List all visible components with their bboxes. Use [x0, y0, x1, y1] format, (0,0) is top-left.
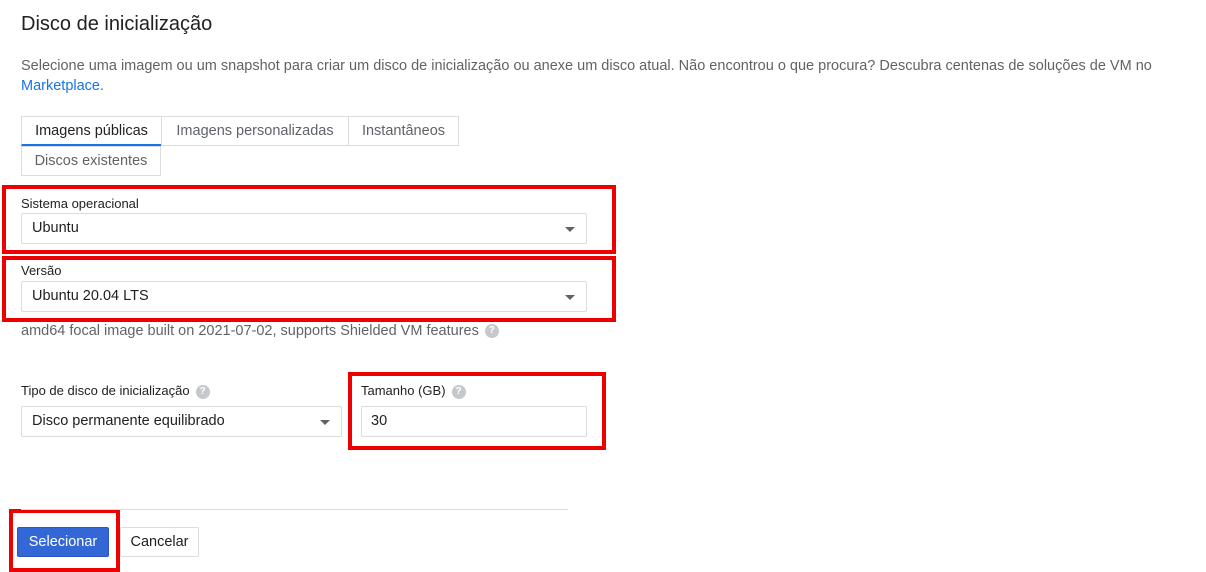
chevron-down-icon [320, 420, 330, 425]
os-select-value: Ubuntu [32, 220, 79, 236]
version-label: Versão [21, 263, 62, 278]
page-title: Disco de inicialização [21, 13, 213, 35]
description: Selecione uma imagem ou um snapshot para… [21, 56, 1186, 96]
image-hint-text: amd64 focal image built on 2021-07-02, s… [21, 323, 479, 339]
disk-type-select[interactable]: Disco permanente equilibrado [21, 406, 342, 437]
os-label: Sistema operacional [21, 196, 139, 211]
select-button[interactable]: Selecionar [17, 527, 109, 557]
description-end: . [99, 78, 105, 94]
marketplace-link[interactable]: Marketplace [21, 78, 100, 94]
image-hint: amd64 focal image built on 2021-07-02, s… [21, 323, 499, 339]
version-select-value: Ubuntu 20.04 LTS [32, 288, 149, 304]
size-label-text: Tamanho (GB) [361, 383, 446, 398]
tab-existing-disks[interactable]: Discos existentes [21, 146, 161, 176]
cancel-button[interactable]: Cancelar [120, 527, 199, 557]
disk-type-label: Tipo de disco de inicialização? [21, 383, 210, 399]
tab-custom-images[interactable]: Imagens personalizadas [161, 116, 349, 146]
disk-type-label-text: Tipo de disco de inicialização [21, 383, 190, 398]
disk-type-select-value: Disco permanente equilibrado [32, 413, 225, 429]
help-icon[interactable]: ? [451, 384, 466, 399]
chevron-down-icon [565, 227, 575, 232]
size-label: Tamanho (GB)? [361, 383, 466, 399]
tab-snapshots[interactable]: Instantâneos [348, 116, 459, 146]
description-text: Selecione uma imagem ou um snapshot para… [21, 58, 1152, 74]
os-select[interactable]: Ubuntu [21, 213, 587, 244]
size-input[interactable]: 30 [361, 406, 587, 437]
help-icon[interactable]: ? [484, 324, 499, 339]
boot-disk-dialog: Disco de inicialização Selecione uma ima… [0, 0, 1206, 572]
help-icon[interactable]: ? [195, 384, 210, 399]
version-select[interactable]: Ubuntu 20.04 LTS [21, 281, 587, 312]
chevron-down-icon [565, 295, 575, 300]
divider [21, 509, 568, 510]
tab-public-images[interactable]: Imagens públicas [21, 116, 162, 146]
